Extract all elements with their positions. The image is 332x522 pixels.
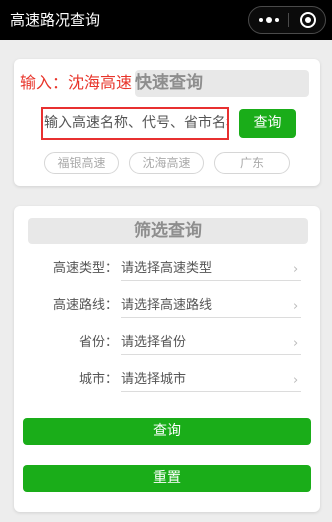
city-row[interactable]: 城市： 请选择城市 ›	[14, 370, 304, 392]
highway-route-select[interactable]: 请选择高速路线	[121, 296, 301, 318]
city-label: 城市：	[78, 372, 118, 387]
province-row[interactable]: 省份： 请选择省份 ›	[14, 333, 304, 355]
reset-button[interactable]: 重置	[23, 465, 311, 492]
chevron-right-icon: ›	[293, 299, 299, 314]
chevron-right-icon: ›	[293, 373, 299, 388]
filter-title: 筛选查询	[28, 218, 308, 244]
highway-type-select[interactable]: 请选择高速类型	[121, 259, 301, 281]
suggestion-chip[interactable]: 沈海高速	[129, 152, 204, 174]
search-input[interactable]: 输入高速名称、代号、省市名称	[41, 107, 229, 140]
city-select[interactable]: 请选择城市	[121, 370, 301, 392]
filter-query-button[interactable]: 查询	[23, 418, 311, 445]
chevron-right-icon: ›	[293, 262, 299, 277]
highway-type-row[interactable]: 高速类型： 请选择高速类型 ›	[14, 259, 304, 281]
mini-program-capsule	[248, 6, 326, 34]
quick-search-button[interactable]: 查询	[239, 109, 296, 138]
more-icon[interactable]	[249, 7, 288, 33]
chevron-right-icon: ›	[293, 336, 299, 351]
input-annotation: 输入：沈海高速	[20, 73, 133, 92]
close-icon[interactable]	[289, 7, 326, 33]
quick-search-title: 快速查询	[135, 70, 309, 97]
province-select[interactable]: 请选择省份	[121, 333, 301, 355]
highway-type-label: 高速类型：	[52, 261, 118, 276]
page-title: 高速路况查询	[10, 11, 101, 29]
highway-route-row[interactable]: 高速路线： 请选择高速路线 ›	[14, 296, 304, 318]
province-label: 省份：	[78, 335, 118, 350]
suggestion-chip[interactable]: 广东	[214, 152, 290, 174]
nav-bar: 高速路况查询	[0, 0, 332, 40]
highway-route-label: 高速路线：	[52, 298, 118, 313]
suggestion-chip[interactable]: 福银高速	[44, 152, 119, 174]
